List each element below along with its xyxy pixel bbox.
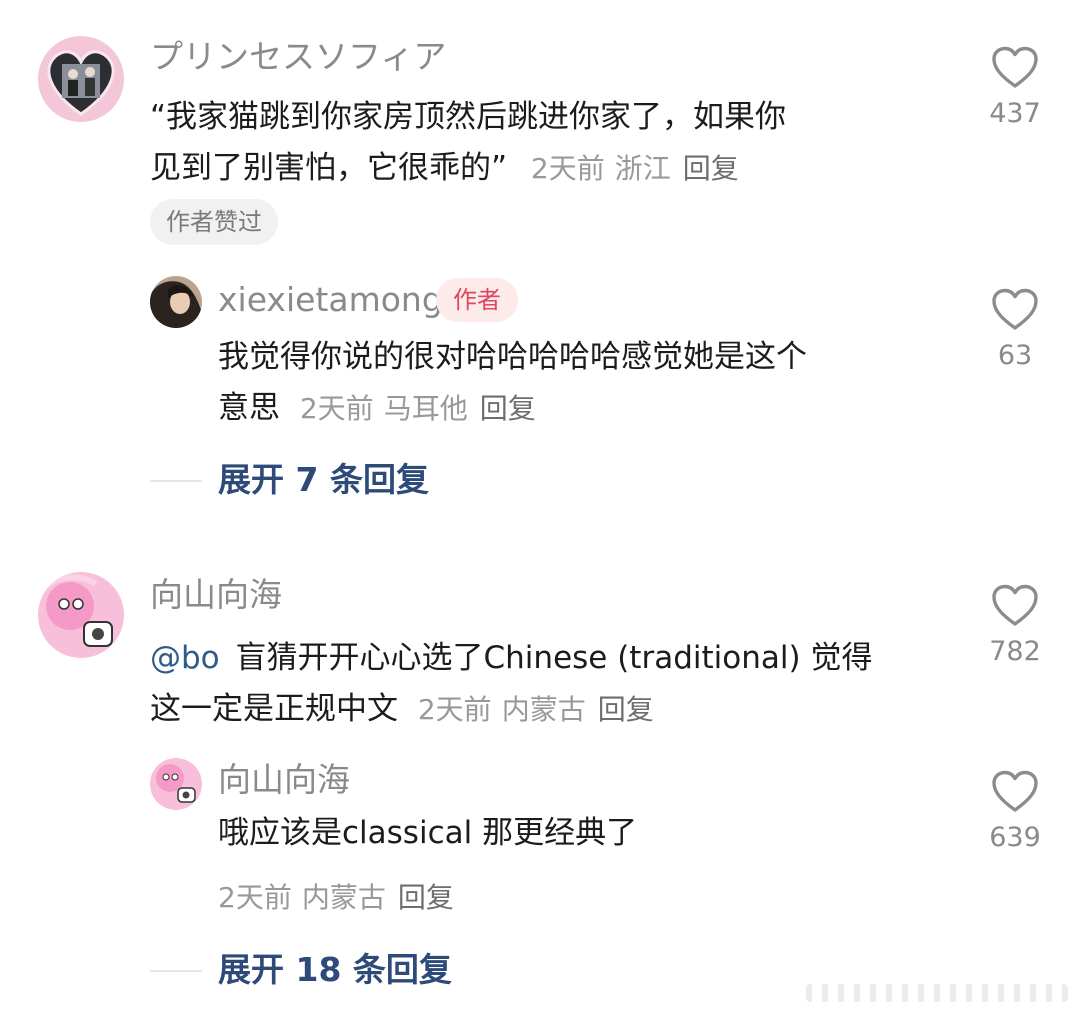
like-count: 437 <box>989 98 1041 129</box>
avatar[interactable] <box>150 276 202 328</box>
comment-text: “我家猫跳到你家房顶然后跳进你家了，如果你 见到了别害怕，它很乖的” 2天前 浙江… <box>150 92 950 194</box>
watermark-strip <box>806 984 1068 1002</box>
reply-time: 2天前 <box>218 881 292 914</box>
comment-text-line: @bo 盲猜开开心心选了Chinese (traditional) 觉得 <box>150 633 950 684</box>
comment-location: 浙江 <box>614 152 671 185</box>
reply-location: 马耳他 <box>383 392 468 425</box>
comment-username[interactable]: プリンセスソフィア <box>150 40 446 73</box>
comment-text: @bo 盲猜开开心心选了Chinese (traditional) 觉得 这一定… <box>150 633 950 735</box>
expand-divider <box>150 970 202 972</box>
like-button[interactable]: 437 <box>979 46 1051 127</box>
comment-time: 2天前 <box>417 693 492 726</box>
comment-text-line: “我家猫跳到你家房顶然后跳进你家了，如果你 <box>150 99 787 135</box>
avatar[interactable] <box>150 758 202 810</box>
comment-time: 2天前 <box>530 152 605 185</box>
comment-meta: 2天前 内蒙古 回复 <box>418 693 654 726</box>
comment-username[interactable]: 向山向海 <box>150 578 282 611</box>
reply-meta: 2天前 马耳他 回复 <box>300 392 536 425</box>
author-tag: 作者 <box>436 278 518 322</box>
comment-location: 内蒙古 <box>501 693 586 726</box>
comment-text-line: 这一定是正规中文 2天前 内蒙古 回复 <box>150 684 950 735</box>
expand-replies-button[interactable]: 展开 18 条回复 <box>218 953 452 986</box>
like-button[interactable]: 63 <box>979 288 1051 369</box>
heart-outline-icon <box>992 584 1038 626</box>
expand-replies-button[interactable]: 展开 7 条回复 <box>218 463 429 496</box>
comment-text-line: 见到了别害怕，它很乖的” <box>150 150 508 186</box>
reply-location: 内蒙古 <box>301 881 386 914</box>
like-count: 782 <box>989 636 1041 667</box>
reply-text-line: 意思 <box>218 390 280 426</box>
reply-time: 2天前 <box>299 392 374 425</box>
reply-text-line: 我觉得你说的很对哈哈哈哈哈感觉她是这个 <box>218 339 807 375</box>
heart-outline-icon <box>992 288 1038 330</box>
avatar[interactable] <box>38 36 124 122</box>
reply-button[interactable]: 回复 <box>683 152 739 185</box>
comment-meta: 2天前 浙江 回复 <box>531 152 739 185</box>
author-liked-badge: 作者赞过 <box>150 199 278 245</box>
comment-text-line: 见到了别害怕，它很乖的” 2天前 浙江 回复 <box>150 143 950 194</box>
reply-text: 哦应该是classical 那更经典了 <box>218 815 638 851</box>
expand-divider <box>150 480 202 482</box>
like-count: 639 <box>989 822 1041 853</box>
heart-outline-icon <box>992 770 1038 812</box>
heart-outline-icon <box>992 46 1038 88</box>
like-button[interactable]: 639 <box>979 770 1051 851</box>
reply-meta: 2天前 内蒙古 回复 <box>218 876 454 916</box>
reply-button[interactable]: 回复 <box>398 881 454 914</box>
reply-button[interactable]: 回复 <box>480 392 536 425</box>
comment-text-line: 盲猜开开心心选了Chinese (traditional) 觉得 <box>235 640 873 676</box>
avatar[interactable] <box>38 572 124 658</box>
reply-text-line: 意思 2天前 马耳他 回复 <box>218 383 948 434</box>
like-count: 63 <box>997 340 1033 371</box>
like-button[interactable]: 782 <box>979 584 1051 665</box>
reply-username[interactable]: xiexietamong <box>218 283 443 316</box>
reply-text: 我觉得你说的很对哈哈哈哈哈感觉她是这个 意思 2天前 马耳他 回复 <box>218 332 948 434</box>
reply-button[interactable]: 回复 <box>598 693 654 726</box>
comment-text-line: 这一定是正规中文 <box>150 691 398 727</box>
reply-username[interactable]: 向山向海 <box>218 763 350 796</box>
mention-link[interactable]: @bo <box>150 640 220 676</box>
